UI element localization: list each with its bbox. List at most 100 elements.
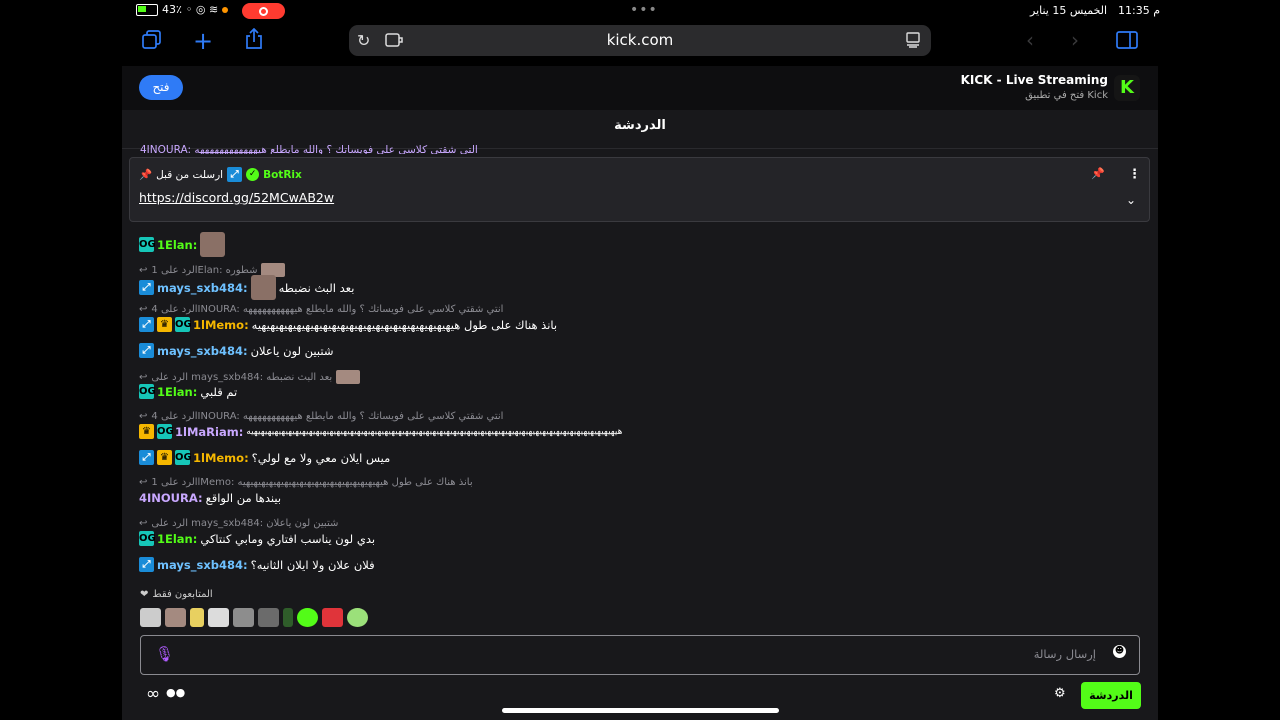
reply-text: الرد على 1Elan: شطوره bbox=[151, 264, 258, 276]
emote-item[interactable] bbox=[297, 608, 318, 627]
back-icon[interactable]: ‹ bbox=[1026, 28, 1034, 52]
pinned-author[interactable]: BotRix bbox=[263, 169, 302, 181]
chat-username[interactable]: 4INOURA: bbox=[139, 491, 203, 505]
chat-username[interactable]: 1lMemo: bbox=[193, 451, 249, 465]
send-chat-button[interactable]: الدردشة bbox=[1081, 682, 1141, 709]
og-badge-icon: OG bbox=[157, 424, 174, 439]
app-subtitle: فتح في تطبيق Kick bbox=[1025, 90, 1108, 101]
battery-icon bbox=[136, 3, 158, 16]
users-icon[interactable]: ●● bbox=[166, 686, 185, 699]
emote-image bbox=[336, 370, 361, 384]
chat-line-1: OG 1Elan: bbox=[139, 232, 226, 257]
reply-text: الرد على 4INOURA: انتي شقتي كلاسي على فو… bbox=[151, 411, 504, 422]
og-badge-icon: OG bbox=[139, 237, 156, 252]
chat-username[interactable]: 1lMaRiam: bbox=[175, 425, 243, 439]
app-name: KICK - Live Streaming bbox=[960, 73, 1108, 87]
emote-item[interactable] bbox=[283, 608, 293, 627]
reply-text: الرد على mays_sxb484: شتبين لون ياعلان bbox=[151, 518, 339, 529]
emote-item[interactable] bbox=[233, 608, 254, 627]
chat-line-6: ⤢ mays_sxb484: شتبين لون ياعلان bbox=[139, 343, 333, 358]
cut-off-message: 4INOURA: التي شقتي كلاسي على فويساتك ؟ و… bbox=[140, 144, 478, 154]
status-left: 43٪ ◦ ◎ ≋ bbox=[136, 3, 229, 16]
more-options-icon[interactable]: ⋮ bbox=[1128, 167, 1141, 182]
home-indicator[interactable] bbox=[502, 708, 779, 713]
chat-username[interactable]: 1Elan: bbox=[157, 532, 197, 546]
kick-badge-icon: ⤢ bbox=[139, 343, 154, 358]
emote-bar bbox=[140, 608, 368, 627]
expand-chevron-icon[interactable]: ⌄ bbox=[1126, 193, 1136, 207]
chat-text: بانذ هناك على طول هيهيهيهيهيهيهيهيهيهيهي… bbox=[251, 317, 558, 332]
status-date: الخميس 15 يناير bbox=[1030, 4, 1108, 17]
wifi-icon: ◦ ◎ ≋ bbox=[185, 3, 219, 16]
pinned-label: ارسلت من قبل bbox=[156, 168, 224, 181]
emoji-icon[interactable]: ☻ bbox=[1113, 645, 1126, 658]
battery-percent: 43٪ bbox=[162, 3, 182, 16]
chat-text: فلان علان ولا ايلان الثانيه؟ bbox=[250, 557, 375, 572]
reply-line-4: ↩ الرد على 4INOURA: انتي شقتي كلاسي على … bbox=[139, 304, 503, 315]
multitasking-dots-icon[interactable]: ••• bbox=[630, 2, 658, 18]
reply-line-14: ↩ الرد على mays_sxb484: شتبين لون ياعلان bbox=[139, 518, 338, 529]
chat-line-15: OG 1Elan: بدي لون يناسب افتاري ومابي كنت… bbox=[139, 531, 375, 546]
sidebar-icon[interactable] bbox=[1116, 31, 1138, 53]
screen-recording-indicator[interactable] bbox=[242, 3, 285, 19]
reply-line-7: ↩ الرد على mays_sxb484: بعد البث نضبطه bbox=[139, 370, 361, 384]
og-badge-icon: OG bbox=[139, 384, 156, 399]
chat-line-5: ⤢ ♛ OG 1lMemo: بانذ هناك على طول هيهيهيه… bbox=[139, 317, 557, 332]
chat-line-11: ⤢ ♛ OG 1lMemo: ميس ايلان معي ولا مع لولي… bbox=[139, 450, 390, 465]
kick-badge-icon: ⤢ bbox=[139, 317, 154, 332]
reader-icon[interactable] bbox=[905, 32, 921, 52]
crown-badge-icon: ♛ bbox=[157, 450, 172, 465]
chat-input-placeholder[interactable]: إرسال رسالة bbox=[960, 647, 1096, 661]
share-icon[interactable] bbox=[244, 27, 264, 54]
crown-badge-icon: ♛ bbox=[139, 424, 154, 439]
page-settings-icon[interactable] bbox=[385, 32, 403, 52]
reply-line-9: ↩ الرد على 4INOURA: انتي شقتي كلاسي على … bbox=[139, 411, 503, 422]
reload-icon[interactable]: ↻ bbox=[357, 31, 370, 50]
tabs-icon[interactable] bbox=[142, 30, 162, 50]
orange-dot-icon bbox=[222, 6, 229, 13]
og-badge-icon: OG bbox=[139, 531, 156, 546]
emote-item[interactable] bbox=[165, 608, 186, 627]
chat-username[interactable]: mays_sxb484: bbox=[157, 558, 248, 572]
emote-image bbox=[200, 232, 226, 257]
chat-username[interactable]: 1Elan: bbox=[157, 238, 197, 252]
chat-text: تم قلبي bbox=[200, 384, 238, 399]
followers-only-text: المتابعون فقط bbox=[152, 589, 213, 600]
chat-username[interactable]: mays_sxb484: bbox=[157, 344, 248, 358]
new-tab-icon[interactable]: + bbox=[193, 27, 213, 55]
followers-only-label: ❤ المتابعون فقط bbox=[140, 589, 213, 600]
chat-text: بعد البث نضبطه bbox=[278, 280, 355, 295]
emote-item[interactable] bbox=[347, 608, 368, 627]
chat-line-16: ⤢ mays_sxb484: فلان علان ولا ايلان الثان… bbox=[139, 557, 375, 572]
emote-item[interactable] bbox=[208, 608, 229, 627]
forward-icon[interactable]: › bbox=[1071, 28, 1079, 52]
infinity-icon[interactable]: ∞ bbox=[146, 684, 160, 704]
chat-username[interactable]: 1Elan: bbox=[157, 385, 197, 399]
settings-icon[interactable]: ⚙ bbox=[1054, 686, 1066, 701]
verified-icon: ✓ bbox=[246, 168, 260, 181]
chat-title: الدردشة bbox=[614, 118, 666, 133]
emote-item[interactable] bbox=[190, 608, 204, 627]
pinned-link[interactable]: https://discord.gg/52MCwAB2w bbox=[139, 190, 334, 205]
reply-arrow-icon: ↩ bbox=[139, 371, 148, 383]
open-app-button[interactable]: فتح bbox=[139, 75, 183, 100]
status-time: 11:35 م bbox=[1118, 4, 1161, 17]
pin-icon: 📌 bbox=[139, 169, 153, 181]
unpin-icon[interactable]: 📌 bbox=[1091, 167, 1105, 180]
mic-icon[interactable]: 🎙 bbox=[155, 645, 174, 663]
chat-text: بدي لون يناسب افتاري ومابي كنتاكي bbox=[200, 531, 376, 546]
chat-line-8: OG 1Elan: تم قلبي bbox=[139, 384, 237, 399]
chat-username[interactable]: 1lMemo: bbox=[193, 318, 249, 332]
emote-item[interactable] bbox=[140, 608, 161, 627]
reply-arrow-icon: ↩ bbox=[139, 518, 148, 529]
crown-badge-icon: ♛ bbox=[157, 317, 172, 332]
kick-logo: K bbox=[1114, 75, 1140, 101]
address-bar[interactable]: kick.com ↻ bbox=[349, 25, 931, 56]
url-text[interactable]: kick.com bbox=[349, 25, 931, 56]
chat-text: شتبين لون ياعلان bbox=[250, 343, 334, 358]
emote-item[interactable] bbox=[258, 608, 279, 627]
chat-text: ميس ايلان معي ولا مع لولي؟ bbox=[251, 450, 391, 465]
emote-item[interactable] bbox=[322, 608, 343, 627]
reply-arrow-icon: ↩ bbox=[139, 477, 148, 488]
chat-username[interactable]: mays_sxb484: bbox=[157, 281, 248, 295]
